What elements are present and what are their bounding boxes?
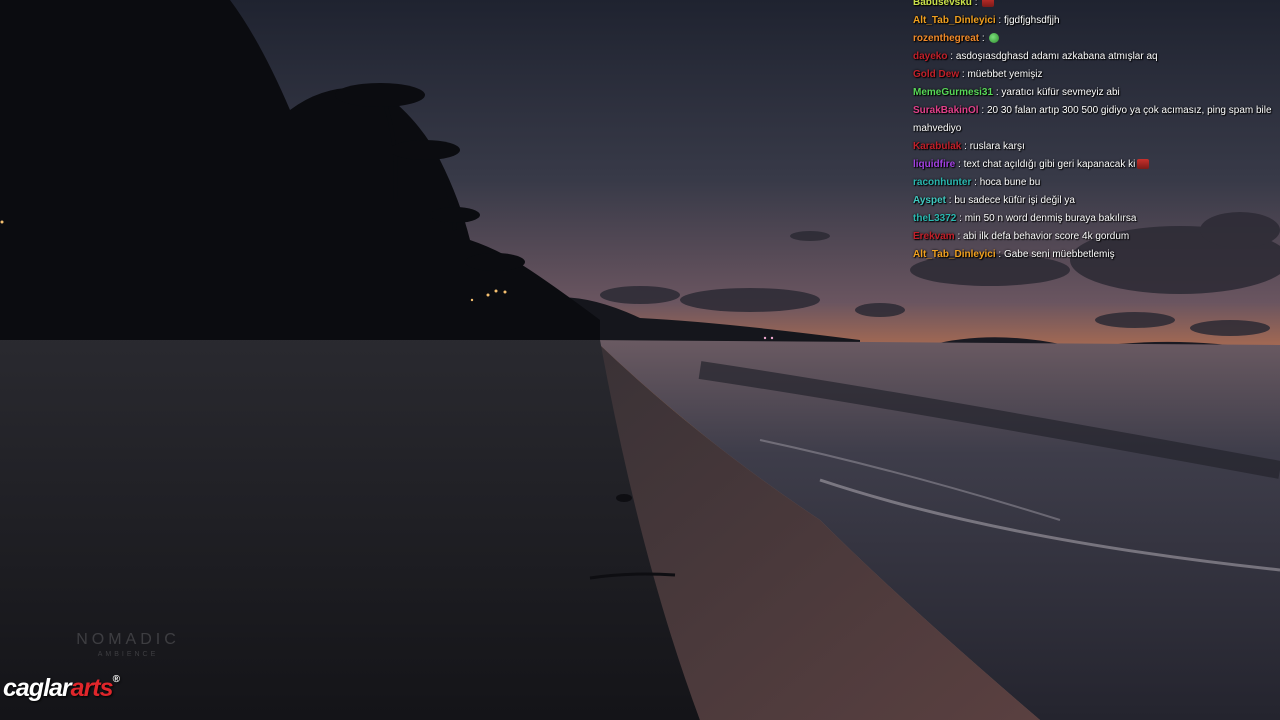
chat-text: asdoşıasdghasd adamı azkabana atmışlar a… bbox=[955, 51, 1158, 62]
chat-separator: : bbox=[995, 249, 1004, 260]
nomadic-watermark: NOMADIC AMBIENCE bbox=[64, 631, 192, 658]
chat-message: Alt_Tab_Dinleyici : fjgdfjghsdfjjh bbox=[905, 12, 1280, 30]
chat-overlay: Babusevsku : Alt_Tab_Dinleyici : fjgdfjg… bbox=[905, 0, 1280, 264]
brand-logo: caglararts® bbox=[3, 674, 120, 703]
chat-separator: : bbox=[956, 213, 965, 224]
red-emote-icon bbox=[982, 0, 995, 8]
chat-separator: : bbox=[971, 0, 981, 8]
chat-username[interactable]: liquidfire bbox=[913, 159, 955, 170]
chat-text: Gabe seni müebbetlemiş bbox=[1003, 249, 1115, 260]
chat-message: MemeGurmesi31 : yaratıcı küfür sevmeyiz … bbox=[905, 84, 1280, 102]
green-emote-icon bbox=[989, 33, 1000, 44]
chat-message: theL3372 : min 50 n word denmiş buraya b… bbox=[905, 210, 1280, 228]
chat-message: raconhunter : hoca bune bu bbox=[905, 174, 1280, 192]
chat-username[interactable]: rozenthegreat bbox=[913, 33, 979, 44]
chat-username[interactable]: Alt_Tab_Dinleyici bbox=[913, 249, 996, 260]
chat-separator: : bbox=[954, 231, 964, 242]
chat-text: yaratıcı küfür sevmeyiz abi bbox=[1001, 87, 1120, 98]
chat-username[interactable]: MemeGurmesi31 bbox=[913, 87, 993, 98]
chat-username[interactable]: Erekvam bbox=[913, 231, 955, 242]
chat-message: Babusevsku : bbox=[905, 0, 1280, 12]
chat-username[interactable]: Gold Dew bbox=[913, 69, 959, 80]
chat-separator: : bbox=[979, 33, 988, 44]
chat-message: Karabulak : ruslara karşı bbox=[905, 138, 1280, 156]
chat-message: rozenthegreat : bbox=[905, 30, 1280, 48]
chat-text: bu sadece küfür işi değil ya bbox=[954, 195, 1075, 206]
chat-text: müebbet yemişiz bbox=[967, 69, 1043, 80]
chat-username[interactable]: raconhunter bbox=[913, 177, 971, 188]
chat-separator: : bbox=[995, 15, 1004, 26]
chat-text: abi ilk defa behavior score 4k gordum bbox=[963, 231, 1130, 242]
watermark-line2: AMBIENCE bbox=[97, 651, 159, 658]
brand-part2: arts bbox=[70, 674, 114, 702]
chat-message: Erekvam : abi ilk defa behavior score 4k… bbox=[905, 228, 1280, 246]
chat-username[interactable]: theL3372 bbox=[913, 213, 956, 224]
chat-separator: : bbox=[955, 159, 964, 170]
watermark-line1: NOMADIC bbox=[76, 631, 180, 648]
chat-message: dayeko : asdoşıasdghasd adamı azkabana a… bbox=[905, 48, 1280, 66]
chat-text: hoca bune bu bbox=[979, 177, 1041, 188]
chat-text: min 50 n word denmiş buraya bakılırsa bbox=[964, 213, 1137, 224]
chat-text: text chat açıldığı gibi geri kapanacak k… bbox=[963, 159, 1136, 170]
chat-separator: : bbox=[947, 51, 956, 62]
brand-mark: ® bbox=[112, 674, 120, 685]
chat-username[interactable]: dayeko bbox=[913, 51, 947, 62]
chat-message: SurakBakinOl : 20 30 falan artıp 300 500… bbox=[905, 102, 1280, 138]
chat-separator: : bbox=[961, 141, 970, 152]
chat-username[interactable]: Karabulak bbox=[913, 141, 961, 152]
chat-message: Alt_Tab_Dinleyici : Gabe seni müebbetlem… bbox=[905, 246, 1280, 264]
chat-message: liquidfire : text chat açıldığı gibi ger… bbox=[905, 156, 1280, 174]
chat-text: ruslara karşı bbox=[969, 141, 1025, 152]
chat-separator: : bbox=[978, 105, 987, 116]
chat-username[interactable]: Babusevsku bbox=[913, 0, 972, 8]
brand-part1: caglar bbox=[3, 674, 72, 702]
chat-username[interactable]: SurakBakinOl bbox=[913, 105, 979, 116]
chat-separator: : bbox=[971, 177, 980, 188]
chat-message: Ayspet : bu sadece küfür işi değil ya bbox=[905, 192, 1280, 210]
chat-username[interactable]: Ayspet bbox=[913, 195, 946, 206]
chat-message: Gold Dew : müebbet yemişiz bbox=[905, 66, 1280, 84]
red-emote-icon bbox=[1137, 159, 1150, 170]
chat-text: fjgdfjghsdfjjh bbox=[1003, 15, 1060, 26]
chat-username[interactable]: Alt_Tab_Dinleyici bbox=[913, 15, 996, 26]
